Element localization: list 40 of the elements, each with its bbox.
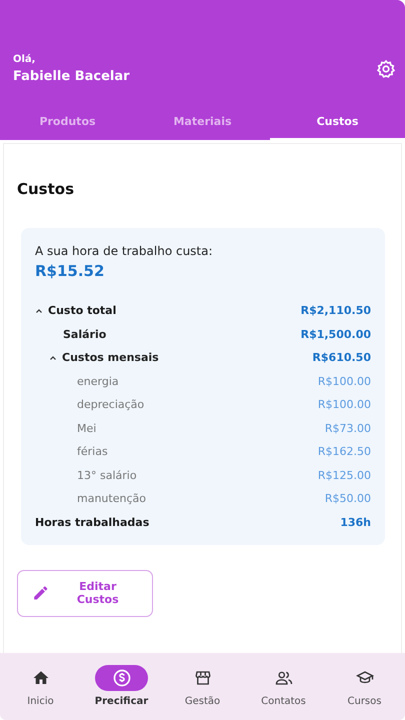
cost-label: depreciação [77, 398, 144, 411]
cost-label: Horas trabalhadas [35, 516, 150, 528]
collapse-icon[interactable] [35, 308, 43, 314]
cost-value: R$2,110.50 [300, 304, 371, 317]
cost-label: 13° salário [77, 468, 137, 482]
cost-label: Custo total [48, 304, 116, 317]
nav-item[interactable]: Gestão [168, 665, 238, 720]
nav-item[interactable]: Cursos [330, 665, 400, 720]
cost-value: R$100.00 [318, 398, 371, 411]
nav-item[interactable]: Inicio [6, 665, 76, 720]
pencil-icon [32, 584, 50, 602]
store-icon [194, 669, 212, 687]
cost-value: 136h [340, 516, 371, 528]
people-icon [274, 669, 292, 687]
cost-label: Custos mensais [62, 351, 159, 364]
cost-value: R$610.50 [312, 351, 371, 364]
settings-icon[interactable] [376, 59, 396, 79]
collapse-icon[interactable] [49, 354, 57, 360]
cost-value: R$1,500.00 [300, 328, 371, 340]
cost-label: Salário [63, 328, 106, 340]
home-icon [32, 669, 50, 687]
greeting: Olá, [13, 54, 36, 65]
cost-value: R$162.50 [318, 445, 371, 458]
nav-item[interactable]: Contatos [248, 665, 318, 720]
cost-value: R$50.00 [324, 492, 371, 505]
cost-label: férias [77, 445, 108, 458]
dollar-icon [112, 668, 132, 688]
summary-label: A sua hora de trabalho custa: [35, 244, 214, 258]
cost-label: energia [77, 374, 119, 388]
user-name: Fabielle Bacelar [13, 69, 130, 84]
cost-label: Mei [77, 422, 96, 434]
cost-value: R$100.00 [318, 374, 371, 388]
edit-costs-button[interactable]: Editar Custos [17, 570, 153, 616]
summary-value: R$15.52 [35, 262, 106, 280]
tab[interactable]: Custos [270, 105, 405, 140]
cost-value: R$73.00 [324, 422, 371, 434]
cost-value: R$125.00 [318, 468, 371, 482]
page-title: Custos [17, 180, 76, 198]
nav-item[interactable]: Precificar [86, 665, 156, 720]
cost-label: manutenção [77, 492, 146, 505]
